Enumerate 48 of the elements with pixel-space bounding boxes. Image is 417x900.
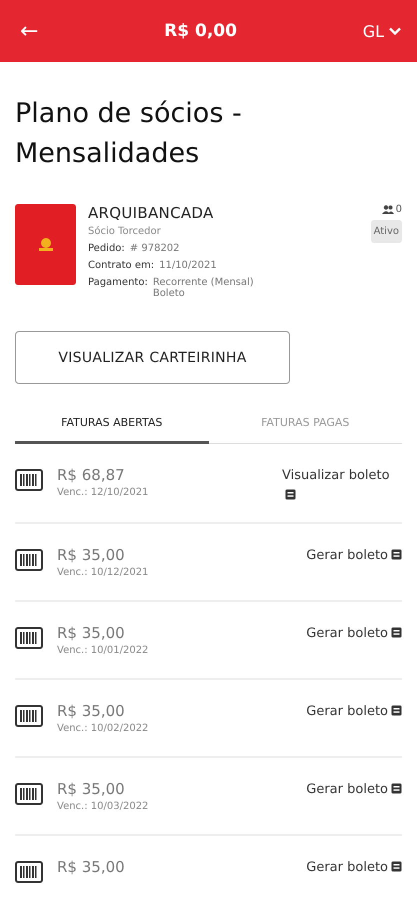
barcode-icon (15, 861, 43, 883)
barcode-icon (15, 705, 43, 727)
invoice-amount: R$ 35,00 (57, 624, 126, 642)
invoice-amount: R$ 35,00 (57, 858, 126, 876)
people-icon (382, 205, 394, 214)
barcode-icon (15, 469, 43, 491)
detail-label: Pagamento: (88, 277, 148, 290)
due-date: Venc.: 10/03/2022 (57, 801, 150, 812)
boleto-link[interactable]: Gerar boleto (306, 858, 402, 878)
due-date: Venc.: 12/10/2021 (57, 487, 150, 498)
balance-text: R$ 0,00 (164, 21, 237, 41)
document-icon (391, 861, 402, 872)
status-badge: Ativo (370, 220, 402, 243)
user-menu-button[interactable]: GL (362, 22, 401, 40)
document-icon (391, 627, 402, 638)
view-card-button[interactable]: VISUALIZAR CARTEIRINHA (15, 331, 290, 384)
invoice-amount: R$ 68,87 (57, 466, 126, 484)
detail-label: Pedido: (88, 243, 125, 254)
barcode-icon (15, 549, 43, 571)
invoice-amount: R$ 35,00 (57, 702, 126, 720)
document-icon (391, 783, 402, 794)
barcode-icon (15, 627, 43, 649)
back-button[interactable]: ← (20, 18, 38, 44)
page-title: Plano de sócios - Mensalidades (15, 97, 243, 171)
detail-value: 11/10/2021 (159, 260, 217, 271)
document-icon (391, 549, 402, 560)
due-date: Venc.: 10/12/2021 (57, 567, 150, 578)
boleto-link[interactable]: Gerar boleto (306, 780, 402, 800)
boleto-link[interactable]: Gerar boleto (306, 546, 402, 566)
emblem-icon (36, 236, 54, 252)
plan-type: Sócio Torcedor (88, 226, 162, 237)
member-count: 0 (396, 204, 402, 215)
detail-label: Contrato em: (88, 260, 154, 271)
invoice-amount: R$ 35,00 (57, 780, 126, 798)
due-date: Venc.: 10/01/2022 (57, 645, 150, 656)
due-date: Venc.: 10/02/2022 (57, 723, 150, 734)
invoice-tab[interactable]: FATURAS ABERTAS (15, 404, 208, 444)
invoice-amount: R$ 35,00 (57, 546, 126, 564)
detail-value: Recorrente (Mensal) Boleto (152, 277, 254, 299)
chevron-down-icon[interactable] (389, 27, 401, 35)
document-icon (391, 705, 402, 716)
boleto-link[interactable]: Gerar boleto (306, 624, 402, 644)
barcode-icon (15, 783, 43, 805)
boleto-link[interactable]: Gerar boleto (306, 702, 402, 722)
plan-name: ARQUIBANCADA (88, 204, 215, 222)
detail-value: # 978202 (130, 243, 180, 254)
document-icon (285, 489, 296, 500)
boleto-link[interactable]: Visualizar boleto (282, 466, 402, 506)
